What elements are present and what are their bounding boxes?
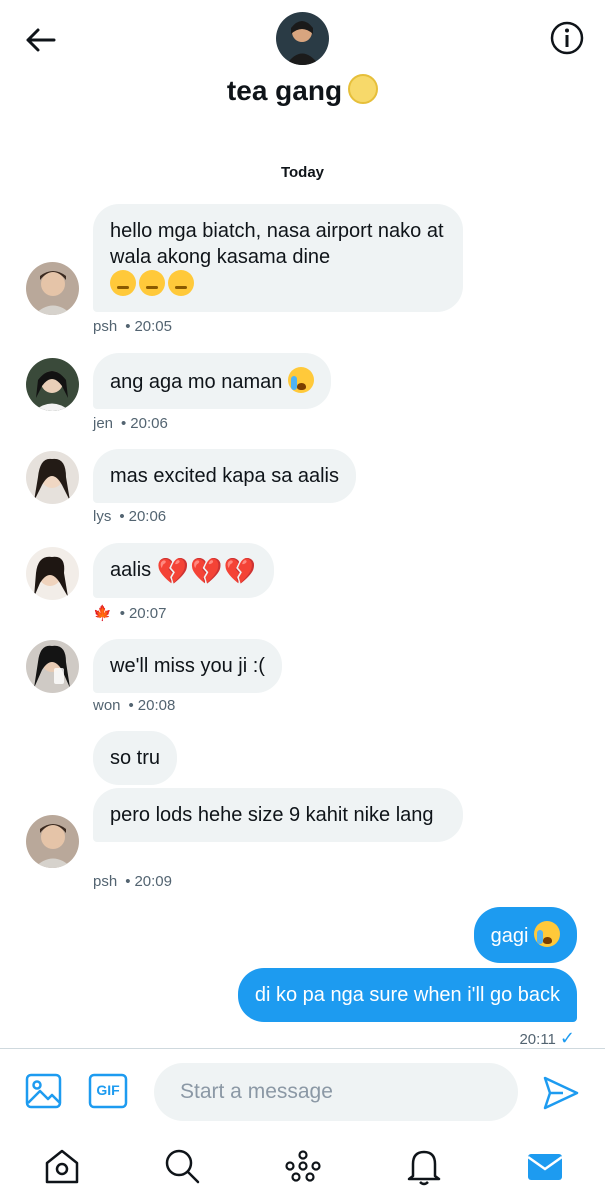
group-title[interactable]: tea gang <box>0 74 605 107</box>
broken-heart-emoji: 💔 <box>156 556 190 586</box>
sender-name: won <box>93 697 121 714</box>
message-bubble[interactable]: aalis 💔💔💔 <box>93 543 274 598</box>
message-bubble[interactable]: mas excited kapa sa aalis <box>93 449 357 503</box>
message-text: aalis <box>110 559 152 581</box>
avatar[interactable] <box>26 358 79 411</box>
message-text: gagi <box>490 925 529 947</box>
message-meta: psh • 20:09 <box>93 873 172 890</box>
message-bubble[interactable]: we'll miss you ji :( <box>93 639 282 693</box>
sent-message-bubble[interactable]: di ko pa nga sure when i'll go back <box>237 968 577 1022</box>
sender-name: psh <box>93 318 118 335</box>
message-meta: psh • 20:05 <box>93 318 172 335</box>
message-text: we'll miss you ji :( <box>110 655 265 677</box>
info-icon[interactable] <box>549 20 585 56</box>
arrow-left-icon[interactable] <box>22 22 58 58</box>
pensive-emoji <box>139 270 165 296</box>
message-text: ang aga mo naman <box>110 371 283 393</box>
crying-face-emoji <box>534 921 560 947</box>
group-avatar[interactable] <box>276 12 329 65</box>
sender-name: jen <box>93 415 114 432</box>
message-bubble[interactable]: so tru <box>93 731 178 785</box>
pensive-emoji <box>168 270 194 296</box>
message-meta: won • 20:08 <box>93 697 176 714</box>
avatar[interactable] <box>26 640 79 693</box>
message-text: so tru <box>110 747 161 769</box>
avatar[interactable] <box>26 815 79 868</box>
group-name: tea gang <box>226 75 343 106</box>
avatar[interactable] <box>26 262 79 315</box>
pensive-emoji <box>110 270 136 296</box>
message-time: 20:05 <box>134 318 172 335</box>
message-time: 20:06 <box>130 415 168 432</box>
message-meta: jen • 20:06 <box>93 415 168 432</box>
avatar[interactable] <box>26 547 79 600</box>
sender-name: lys <box>93 508 112 525</box>
date-separator: Today <box>280 164 325 181</box>
sent-status: 20:11 ✓ <box>519 1028 575 1049</box>
gif-icon[interactable]: GIF <box>88 1071 128 1111</box>
sender-name: 🍁 <box>93 605 112 622</box>
bell-icon[interactable] <box>404 1146 444 1186</box>
message-bubble[interactable]: pero lods hehe size 9 kahit nike lang <box>93 788 463 842</box>
check-icon: ✓ <box>559 1028 575 1048</box>
send-icon[interactable] <box>541 1073 581 1113</box>
home-icon[interactable] <box>42 1146 82 1186</box>
gif-label: GIF <box>96 1082 120 1098</box>
sender-name: psh <box>93 873 118 890</box>
broken-heart-emoji: 💔 <box>190 556 223 586</box>
message-time: 20:06 <box>128 508 167 525</box>
moon-face-emoji <box>348 74 379 104</box>
message-time: 20:09 <box>134 873 172 890</box>
broken-heart-emoji: 💔 <box>223 556 256 586</box>
message-time: 20:07 <box>128 605 167 622</box>
message-bubble[interactable]: ang aga mo naman <box>93 353 331 409</box>
message-meta: lys • 20:06 <box>93 508 167 525</box>
message-text: mas excited kapa sa aalis <box>110 465 340 487</box>
sent-message-bubble[interactable]: gagi <box>473 907 577 963</box>
message-text: di ko pa nga sure when i'll go back <box>254 984 560 1006</box>
message-input[interactable] <box>154 1063 518 1121</box>
message-time: 20:08 <box>137 697 176 714</box>
mail-icon[interactable] <box>525 1146 565 1186</box>
search-icon[interactable] <box>162 1146 202 1186</box>
message-meta: 🍁 • 20:07 <box>93 605 167 622</box>
message-composer: GIF <box>0 1048 605 1134</box>
spaces-icon[interactable] <box>283 1146 323 1186</box>
message-text: pero lods hehe size 9 kahit nike lang <box>110 804 434 826</box>
avatar[interactable] <box>26 451 79 504</box>
crying-face-emoji <box>287 367 314 393</box>
bottom-navigation <box>0 1134 605 1200</box>
message-text: hello mga biatch, nasa airport nako at w… <box>110 220 444 268</box>
message-time: 20:11 <box>519 1031 556 1048</box>
conversation-header: tea gang <box>0 0 605 130</box>
image-icon[interactable] <box>24 1071 64 1111</box>
message-bubble[interactable]: hello mga biatch, nasa airport nako at w… <box>93 204 463 312</box>
